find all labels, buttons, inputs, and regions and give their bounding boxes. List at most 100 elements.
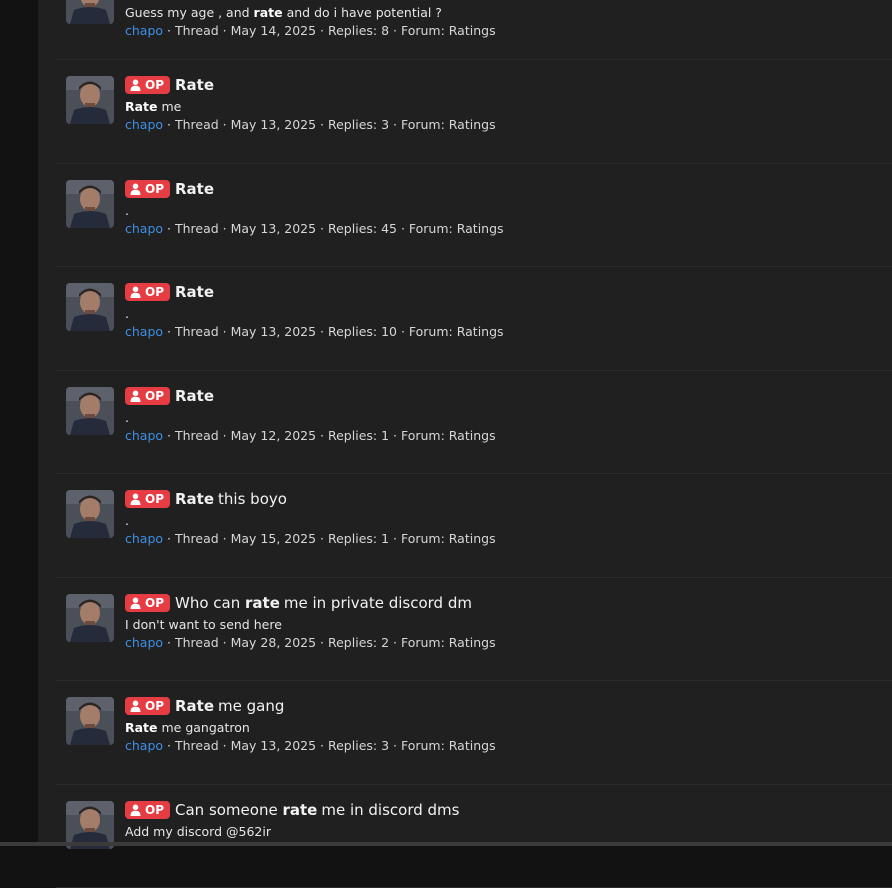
author-link[interactable]: chapo (125, 117, 163, 132)
result-content: OPRateme gangRate me gangatronchapo · Th… (125, 695, 882, 755)
result-item[interactable]: OP Can someone rateme in discord dms Add m… (56, 785, 892, 888)
result-item[interactable]: OPWho can rateme in private discord dmI … (56, 578, 892, 682)
op-badge-label: OP (145, 803, 164, 817)
op-badge-label: OP (145, 492, 164, 506)
result-content: OP Ratethis boyo.chapo · Thread · May 15,… (125, 488, 882, 548)
user-icon (130, 804, 141, 816)
meta-text: · Thread · May 14, 2025 · Replies: 8 · F… (163, 23, 496, 38)
avatar[interactable] (66, 387, 114, 435)
thread-title-link[interactable]: OP Ratethis boyo (125, 488, 882, 510)
result-content: OP Can someone rateme in discord dms Add m… (125, 799, 882, 841)
snippet-highlight: Rate (125, 99, 158, 114)
op-badge: OP (125, 180, 170, 198)
meta-text: · Thread · May 13, 2025 · Replies: 3 · F… (163, 738, 496, 753)
title-text: Who can (175, 594, 245, 612)
user-icon (130, 390, 141, 402)
user-icon (130, 79, 141, 91)
horizontal-scrollbar[interactable] (0, 842, 892, 846)
author-link[interactable]: chapo (125, 428, 163, 443)
result-item[interactable]: OPRateme gangRate me gangatronchapo · Th… (56, 681, 892, 785)
result-meta: chapo · Thread · May 12, 2025 · Replies:… (125, 427, 882, 445)
user-icon (130, 286, 141, 298)
avatar[interactable] (66, 180, 114, 228)
result-meta: chapo · Thread · May 14, 2025 · Replies:… (125, 22, 882, 40)
thread-title-link[interactable]: OPRate (125, 385, 882, 407)
result-snippet: . (125, 305, 882, 323)
avatar[interactable] (66, 283, 114, 331)
title-highlight: Rate (175, 76, 214, 94)
op-badge-label: OP (145, 78, 164, 92)
op-badge: OP (125, 76, 170, 94)
result-item[interactable]: Guess my age , and rate and do i have po… (56, 0, 892, 60)
result-meta: chapo · Thread · May 13, 2025 · Replies:… (125, 116, 882, 134)
author-link[interactable]: chapo (125, 531, 163, 546)
title-highlight: rate (282, 801, 317, 819)
result-item[interactable]: OPRate.chapo · Thread · May 12, 2025 · R… (56, 371, 892, 475)
result-content: OP Rate.chapo · Thread · May 13, 2025 · R… (125, 281, 882, 341)
result-item[interactable]: OP Rate.chapo · Thread · May 13, 2025 · R… (56, 267, 892, 371)
avatar[interactable] (66, 490, 114, 538)
result-item[interactable]: OP Ratethis boyo.chapo · Thread · May 15,… (56, 474, 892, 578)
result-meta: chapo · Thread · May 13, 2025 · Replies:… (125, 323, 882, 341)
user-icon (130, 597, 141, 609)
meta-text: · Thread · May 15, 2025 · Replies: 1 · F… (163, 531, 496, 546)
left-gutter (0, 0, 38, 846)
result-content: OP Rate.chapo · Thread · May 13, 2025 · R… (125, 178, 882, 238)
avatar[interactable] (66, 0, 114, 24)
avatar[interactable] (66, 697, 114, 745)
title-highlight: Rate (175, 180, 214, 198)
author-link[interactable]: chapo (125, 23, 163, 38)
meta-text: · Thread · May 13, 2025 · Replies: 3 · F… (163, 117, 496, 132)
result-content: Guess my age , and rate and do i have po… (125, 2, 882, 40)
thread-title-link[interactable]: OPWho can rateme in private discord dm (125, 592, 882, 614)
result-snippet: . (125, 202, 882, 220)
result-meta: chapo · Thread · May 28, 2025 · Replies:… (125, 634, 882, 652)
op-badge: OP (125, 283, 170, 301)
op-badge-label: OP (145, 699, 164, 713)
title-highlight: Rate (175, 490, 214, 508)
thread-title-link[interactable]: OP Rate (125, 74, 882, 96)
title-highlight: Rate (175, 283, 214, 301)
result-content: OPRate.chapo · Thread · May 12, 2025 · R… (125, 385, 882, 445)
result-meta: chapo · Thread · May 13, 2025 · Replies:… (125, 737, 882, 755)
user-icon (130, 493, 141, 505)
meta-text: · Thread · May 13, 2025 · Replies: 10 · … (163, 324, 504, 339)
thread-title-link[interactable]: OPRateme gang (125, 695, 882, 717)
snippet-highlight: Rate (125, 720, 158, 735)
result-item[interactable]: OP Rate.chapo · Thread · May 13, 2025 · R… (56, 164, 892, 268)
result-snippet: I don't want to send here (125, 616, 882, 634)
thread-title-link[interactable]: OP Rate (125, 178, 882, 200)
snippet-highlight: rate (254, 5, 283, 20)
user-icon (130, 700, 141, 712)
search-results-panel: Guess my age , and rate and do i have po… (38, 0, 892, 846)
result-meta: chapo · Thread · May 15, 2025 · Replies:… (125, 530, 882, 548)
thread-title-link[interactable]: OP Can someone rateme in discord dms (125, 799, 882, 821)
title-text: Can someone (175, 801, 282, 819)
op-badge-label: OP (145, 285, 164, 299)
result-snippet: Rate me gangatron (125, 719, 882, 737)
author-link[interactable]: chapo (125, 635, 163, 650)
result-snippet: Add my discord @562ir (125, 823, 882, 841)
meta-text: · Thread · May 28, 2025 · Replies: 2 · F… (163, 635, 496, 650)
title-text: this boyo (218, 490, 287, 508)
title-text: me in discord dms (321, 801, 459, 819)
result-snippet: Guess my age , and rate and do i have po… (125, 4, 882, 22)
avatar[interactable] (66, 594, 114, 642)
op-badge: OP (125, 490, 170, 508)
thread-title-link[interactable]: OP Rate (125, 281, 882, 303)
meta-text: · Thread · May 13, 2025 · Replies: 45 · … (163, 221, 504, 236)
meta-text: · Thread · May 12, 2025 · Replies: 1 · F… (163, 428, 496, 443)
result-item[interactable]: OPRateRate mechapo · Thread · May 13, 20… (56, 60, 892, 164)
results-list: Guess my age , and rate and do i have po… (56, 0, 892, 888)
author-link[interactable]: chapo (125, 221, 163, 236)
result-snippet: . (125, 512, 882, 530)
title-highlight: rate (245, 594, 280, 612)
author-link[interactable]: chapo (125, 324, 163, 339)
avatar[interactable] (66, 76, 114, 124)
result-content: OPRateRate mechapo · Thread · May 13, 20… (125, 74, 882, 134)
user-icon (130, 183, 141, 195)
author-link[interactable]: chapo (125, 738, 163, 753)
result-content: OPWho can rateme in private discord dmI … (125, 592, 882, 652)
title-highlight: Rate (175, 697, 214, 715)
op-badge-label: OP (145, 596, 164, 610)
